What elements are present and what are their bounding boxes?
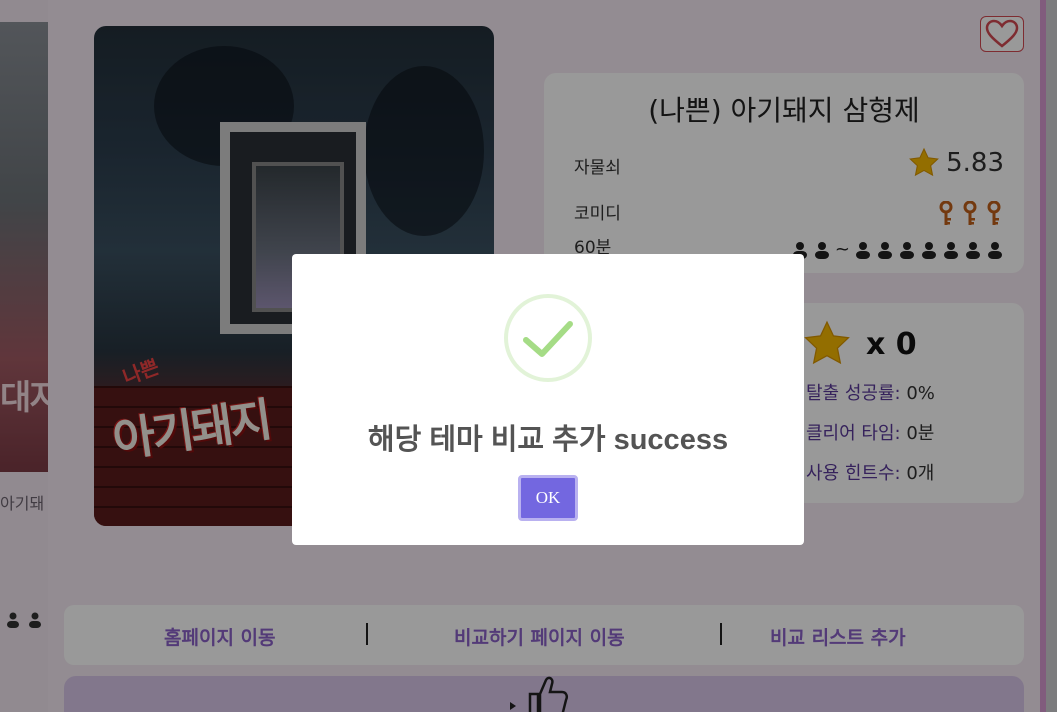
success-dialog: 해당 테마 비교 추가 success OK — [292, 254, 804, 545]
success-check-icon — [504, 294, 592, 382]
dialog-title: 해당 테마 비교 추가 success — [367, 424, 729, 456]
ok-button[interactable]: OK — [518, 475, 578, 521]
